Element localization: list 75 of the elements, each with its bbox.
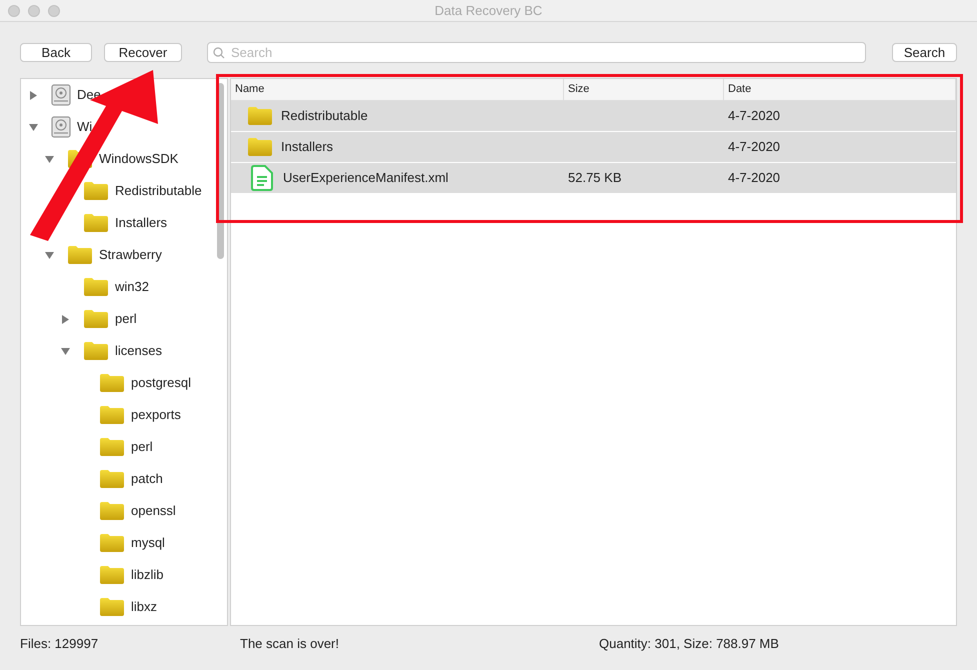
file-date: 4-7-2020 xyxy=(727,170,780,186)
tree-row[interactable]: Strawberry xyxy=(21,239,227,271)
tree-label: Wi xyxy=(77,118,92,136)
folder-icon xyxy=(99,469,125,489)
column-header[interactable]: Size xyxy=(564,79,724,100)
tree-row[interactable]: Redistributable xyxy=(21,175,227,207)
tree-row[interactable]: mysql xyxy=(21,527,227,559)
tree-label: Redistributable xyxy=(115,182,202,200)
folder-icon xyxy=(99,405,125,425)
tree-label: libxz xyxy=(131,598,158,616)
folder-icon xyxy=(99,597,125,617)
folder-icon xyxy=(67,245,93,265)
expanded-arrow-icon[interactable] xyxy=(44,154,54,164)
tree-label: patch xyxy=(131,470,163,488)
tree-row[interactable]: win32 xyxy=(21,271,227,303)
table-row[interactable]: UserExperienceManifest.xml 52.75 KB 4-7-2020 xyxy=(231,163,956,194)
tree-label: openssl xyxy=(131,502,176,520)
totals-text: Quantity: 301, Size: 788.97 MB xyxy=(599,635,779,653)
file-count: Files: 129997 xyxy=(20,635,100,653)
tree-row[interactable]: licenses xyxy=(21,335,227,367)
tree-label: licenses xyxy=(115,342,162,360)
tree-row[interactable]: libzlib xyxy=(21,559,227,591)
tree-label: perl xyxy=(131,438,153,456)
table-row[interactable]: Redistributable 4-7-2020 xyxy=(231,101,956,132)
tree-row[interactable]: Wi xyxy=(21,111,227,143)
folder-icon xyxy=(99,501,125,521)
tree-label: win32 xyxy=(115,278,149,296)
expanded-arrow-icon[interactable] xyxy=(60,346,70,356)
folder-icon xyxy=(83,213,109,233)
column-header[interactable]: Name xyxy=(231,79,564,100)
file-name: UserExperienceManifest.xml xyxy=(283,169,448,188)
tree-label: postgresql xyxy=(131,374,191,392)
tree-row[interactable]: postgresql xyxy=(21,367,227,399)
folder-icon xyxy=(99,565,125,585)
folder-icon xyxy=(247,137,273,157)
folder-icon xyxy=(247,106,273,126)
tree-label: pexports xyxy=(131,406,181,424)
tree-label: Strawberry xyxy=(99,246,162,264)
folder-icon xyxy=(83,181,109,201)
tree-label: WindowsSDK xyxy=(99,150,178,168)
tree-label: mysql xyxy=(131,534,165,552)
column-header[interactable]: Date xyxy=(724,79,956,100)
tree-row[interactable]: perl xyxy=(21,431,227,463)
folder-icon xyxy=(83,341,109,361)
collapsed-arrow-icon[interactable] xyxy=(28,90,38,100)
tree-label: perl xyxy=(115,310,137,328)
file-name: Installers xyxy=(281,138,334,156)
window-title: Data Recovery BC xyxy=(434,2,542,20)
search-field[interactable]: Search xyxy=(207,42,866,63)
document-icon xyxy=(251,165,273,191)
collapsed-arrow-icon[interactable] xyxy=(60,314,70,324)
tree-label: libzlib xyxy=(131,566,164,584)
file-date: 4-7-2020 xyxy=(727,139,780,154)
folder-icon xyxy=(99,373,125,393)
tree-row[interactable]: patch xyxy=(21,463,227,495)
file-size: 52.75 KB xyxy=(567,170,622,186)
folder-icon xyxy=(83,309,109,329)
search-button[interactable]: Search xyxy=(892,43,957,62)
table-row[interactable]: Installers 4-7-2020 xyxy=(231,132,956,163)
folder-icon xyxy=(99,533,125,553)
status-message: The scan is over! xyxy=(240,635,340,653)
toolbar-button[interactable]: Recover xyxy=(104,43,182,62)
expanded-arrow-icon[interactable] xyxy=(28,122,38,132)
folder-icon xyxy=(83,277,109,297)
tree-row[interactable]: openssl xyxy=(21,495,227,527)
tree-row[interactable]: libxz xyxy=(21,591,227,623)
tree-row[interactable]: perl xyxy=(21,303,227,335)
expanded-arrow-icon[interactable] xyxy=(44,250,54,260)
tree-label: Installers xyxy=(115,214,168,232)
toolbar-button[interactable]: Back xyxy=(20,43,92,62)
tree-row[interactable]: Installers xyxy=(21,207,227,239)
file-name: Redistributable xyxy=(281,107,368,126)
folder-icon xyxy=(99,437,125,457)
file-date: 4-7-2020 xyxy=(727,108,780,124)
tree-row[interactable]: pexports xyxy=(21,399,227,431)
